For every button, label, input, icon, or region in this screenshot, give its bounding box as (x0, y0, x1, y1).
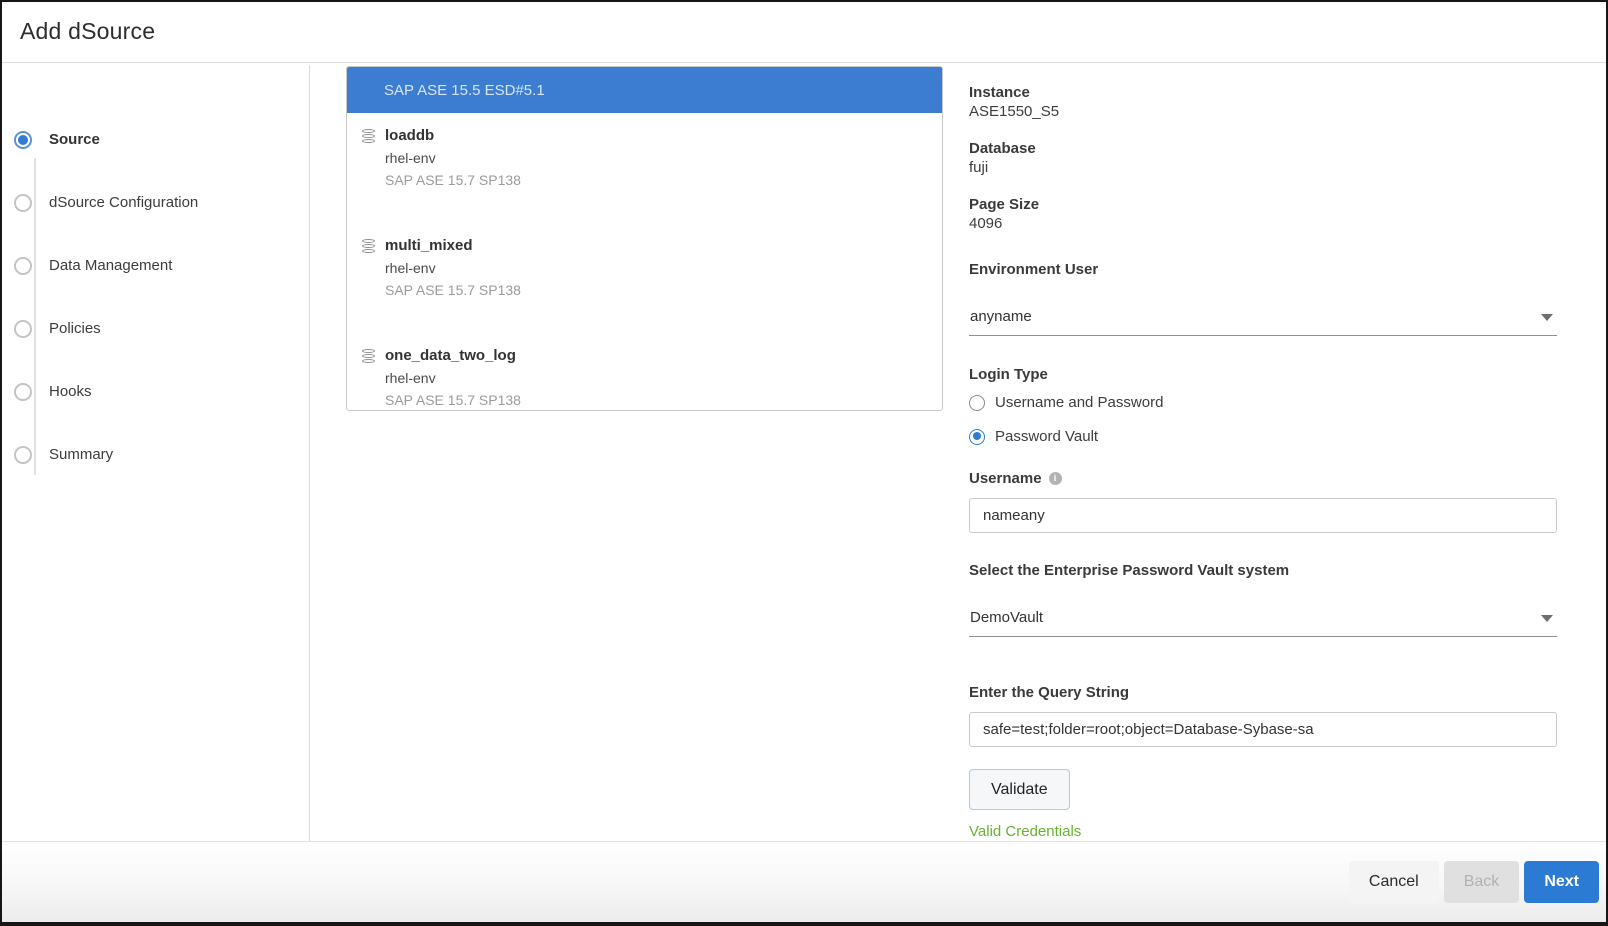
login-type-username-password-radio[interactable]: Username and Password (969, 394, 1557, 411)
cancel-button[interactable]: Cancel (1349, 861, 1439, 903)
source-name: loaddb (385, 125, 521, 147)
step-radio-icon (14, 320, 32, 338)
username-input[interactable] (969, 498, 1557, 533)
selected-source-version: SAP ASE 15.5 ESD#5.1 (384, 82, 545, 99)
step-source[interactable]: Source (14, 108, 309, 171)
environment-user-label: Environment User (969, 260, 1557, 279)
step-radio-icon (14, 383, 32, 401)
step-hooks[interactable]: Hooks (14, 360, 309, 423)
source-environment: rhel-env (385, 367, 521, 389)
source-list-panel: SAP ASE 15.5 ESD#5.1 loaddb rhel-env SAP… (346, 66, 943, 411)
query-string-label: Enter the Query String (969, 683, 1557, 702)
source-list-item-one-data-two-log[interactable]: one_data_two_log rhel-env SAP ASE 15.7 S… (347, 333, 942, 411)
radio-label: Password Vault (995, 428, 1098, 445)
step-dsource-configuration[interactable]: dSource Configuration (14, 171, 309, 234)
step-radio-icon (14, 194, 32, 212)
environment-user-select[interactable]: anyname (969, 308, 1557, 336)
vault-system-selected-value: DemoVault (970, 609, 1043, 626)
source-version: SAP ASE 15.7 SP138 (385, 169, 521, 191)
radio-checked-icon (969, 429, 985, 445)
step-policies[interactable]: Policies (14, 297, 309, 360)
instance-value: ASE1550_S5 (969, 102, 1557, 122)
validate-button[interactable]: Validate (969, 769, 1070, 810)
source-list-item-multi-mixed[interactable]: multi_mixed rhel-env SAP ASE 15.7 SP138 (347, 223, 942, 301)
step-summary[interactable]: Summary (14, 423, 309, 486)
dialog-footer: Cancel Back Next (2, 841, 1606, 922)
source-name: multi_mixed (385, 235, 521, 257)
query-string-input[interactable] (969, 712, 1557, 747)
radio-label: Username and Password (995, 394, 1163, 411)
chevron-down-icon (1541, 314, 1553, 321)
dialog-content: Source dSource Configuration Data Manage… (2, 65, 1606, 841)
step-label: Policies (49, 320, 101, 337)
source-version: SAP ASE 15.7 SP138 (385, 389, 521, 411)
add-dsource-dialog: Add dSource Source dSource Configuration… (0, 0, 1608, 926)
step-label: Data Management (49, 257, 172, 274)
login-type-password-vault-radio[interactable]: Password Vault (969, 428, 1557, 445)
source-environment: rhel-env (385, 147, 521, 169)
step-active-radio-icon (14, 131, 32, 149)
page-size-value: 4096 (969, 214, 1557, 234)
source-details-panel: Instance ASE1550_S5 Database fuji Page S… (943, 65, 1606, 841)
source-name: one_data_two_log (385, 345, 521, 367)
step-data-management[interactable]: Data Management (14, 234, 309, 297)
step-radio-icon (14, 446, 32, 464)
radio-unchecked-icon (969, 395, 985, 411)
step-label: Source (49, 131, 100, 148)
database-icon (361, 238, 376, 301)
database-icon (361, 128, 376, 191)
database-label: Database (969, 139, 1557, 158)
source-version: SAP ASE 15.7 SP138 (385, 279, 521, 301)
title-bar: Add dSource (2, 2, 1606, 63)
page-size-label: Page Size (969, 195, 1557, 214)
instance-label: Instance (969, 83, 1557, 102)
database-icon (361, 348, 376, 411)
wizard-stepper: Source dSource Configuration Data Manage… (14, 108, 309, 486)
next-button[interactable]: Next (1524, 861, 1599, 903)
username-label: Username (969, 469, 1042, 488)
database-value: fuji (969, 158, 1557, 178)
environment-user-selected-value: anyname (970, 308, 1032, 325)
chevron-down-icon (1541, 615, 1553, 622)
step-radio-icon (14, 257, 32, 275)
step-label: dSource Configuration (49, 194, 198, 211)
vault-system-select[interactable]: DemoVault (969, 609, 1557, 637)
wizard-sidebar: Source dSource Configuration Data Manage… (2, 65, 310, 841)
page-title: Add dSource (20, 18, 1606, 45)
back-button[interactable]: Back (1444, 861, 1520, 903)
step-label: Hooks (49, 383, 92, 400)
login-type-label: Login Type (969, 365, 1557, 384)
source-list-column: SAP ASE 15.5 ESD#5.1 loaddb rhel-env SAP… (310, 65, 943, 841)
validation-status: Valid Credentials (969, 823, 1557, 840)
vault-system-label: Select the Enterprise Password Vault sys… (969, 561, 1557, 580)
source-list-item-selected[interactable]: SAP ASE 15.5 ESD#5.1 (347, 67, 942, 113)
source-list-item-loaddb[interactable]: loaddb rhel-env SAP ASE 15.7 SP138 (347, 113, 942, 191)
info-icon: i (1049, 472, 1062, 485)
source-environment: rhel-env (385, 257, 521, 279)
step-label: Summary (49, 446, 113, 463)
